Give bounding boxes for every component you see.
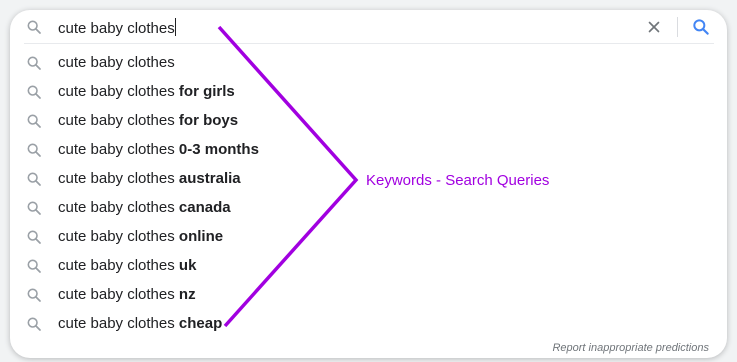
suggestion-text: cute baby clothes australia	[58, 170, 241, 187]
close-icon[interactable]	[645, 18, 663, 36]
suggestion-item[interactable]: cute baby clothes 0-3 months	[10, 135, 727, 164]
search-icon	[27, 288, 41, 302]
search-dropdown-divider	[24, 43, 714, 44]
suggestion-list: cute baby clothes cute baby clothes for …	[10, 48, 727, 338]
suggestion-item[interactable]: cute baby clothes nz	[10, 280, 727, 309]
suggestion-item[interactable]: cute baby clothes uk	[10, 251, 727, 280]
suggestion-item[interactable]: cute baby clothes online	[10, 222, 727, 251]
search-icon	[27, 143, 41, 157]
suggestion-text: cute baby clothes	[58, 54, 175, 71]
suggestion-text: cute baby clothes canada	[58, 199, 231, 216]
report-predictions-link[interactable]: Report inappropriate predictions	[552, 342, 709, 354]
suggestion-item[interactable]: cute baby clothes	[10, 48, 727, 77]
search-bar-divider	[677, 17, 678, 37]
search-icon	[27, 259, 41, 273]
suggestion-text: cute baby clothes for girls	[58, 83, 235, 100]
annotation-label: Keywords - Search Queries	[366, 172, 550, 189]
suggestion-item[interactable]: cute baby clothes for boys	[10, 106, 727, 135]
search-query-text: cute baby clothes	[58, 20, 175, 37]
suggestion-text: cute baby clothes for boys	[58, 112, 239, 129]
search-button[interactable]	[691, 17, 711, 37]
search-icon	[27, 56, 41, 70]
search-icon	[27, 20, 41, 34]
search-input[interactable]: cute baby clothes	[58, 18, 176, 38]
search-icon	[27, 114, 41, 128]
search-icon	[27, 230, 41, 244]
suggestion-text: cute baby clothes uk	[58, 257, 197, 274]
suggestion-text: cute baby clothes online	[58, 228, 224, 245]
text-cursor	[174, 18, 176, 36]
suggestion-item[interactable]: cute baby clothes for girls	[10, 77, 727, 106]
search-icon	[27, 85, 41, 99]
suggestion-item[interactable]: cute baby clothes canada	[10, 193, 727, 222]
search-bar: cute baby clothes	[10, 10, 727, 44]
suggestion-text: cute baby clothes cheap	[58, 315, 223, 332]
suggestion-item[interactable]: cute baby clothes cheap	[10, 309, 727, 338]
search-icon	[27, 172, 41, 186]
search-icon	[27, 317, 41, 331]
suggestion-text: cute baby clothes 0-3 months	[58, 141, 259, 158]
search-icon	[27, 201, 41, 215]
suggestion-text: cute baby clothes nz	[58, 286, 196, 303]
